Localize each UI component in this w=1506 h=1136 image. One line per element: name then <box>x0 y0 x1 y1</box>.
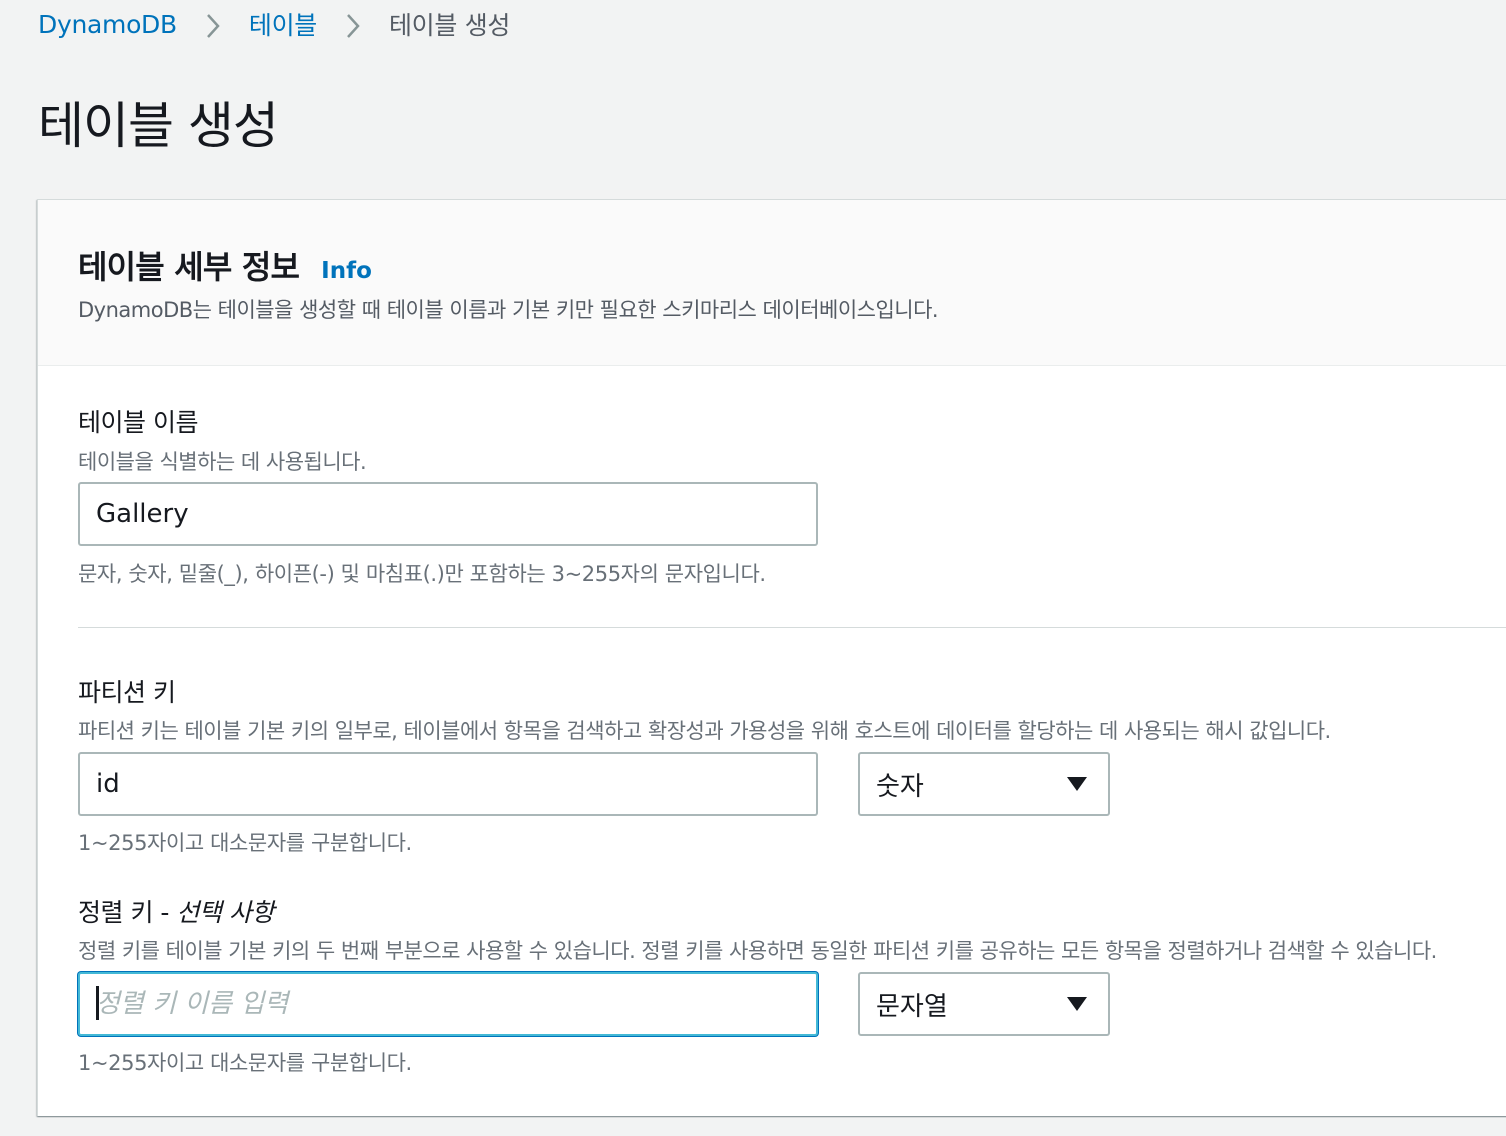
chevron-right-icon <box>317 10 389 39</box>
info-link[interactable]: Info <box>321 258 372 284</box>
partition-key-constraint: 1~255자이고 대소문자를 구분합니다. <box>78 831 412 855</box>
sort-key-constraint: 1~255자이고 대소문자를 구분합니다. <box>78 1051 412 1075</box>
page-title: 테이블 생성 <box>38 97 279 155</box>
sort-key-optional-text: 선택 사항 <box>176 898 274 927</box>
panel-header: 테이블 세부 정보 Info DynamoDB는 테이블을 생성할 때 테이블 … <box>38 200 1506 366</box>
text-cursor <box>96 986 99 1020</box>
panel-title: 테이블 세부 정보 Info <box>78 242 372 288</box>
table-name-constraint: 문자, 숫자, 밑줄(_), 하이픈(-) 및 마침표(.)만 포함하는 3~2… <box>78 562 766 586</box>
caret-down-icon <box>1066 989 1088 1019</box>
sort-key-type-select[interactable]: 문자열 <box>858 972 1110 1036</box>
partition-key-description: 파티션 키는 테이블 기본 키의 일부로, 테이블에서 항목을 검색하고 확장성… <box>78 719 1331 743</box>
sort-key-input[interactable] <box>78 972 818 1036</box>
sort-key-type-value: 문자열 <box>876 991 948 1022</box>
partition-key-type-select[interactable]: 숫자 <box>858 752 1110 816</box>
breadcrumb: DynamoDB 테이블 테이블 생성 <box>38 6 510 42</box>
divider <box>78 627 1506 628</box>
sort-key-input-wrapper <box>78 972 820 1038</box>
sort-key-label: 정렬 키 - 선택 사항 <box>78 893 274 929</box>
panel-description: DynamoDB는 테이블을 생성할 때 테이블 이름과 기본 키만 필요한 스… <box>78 298 939 322</box>
breadcrumb-tables[interactable]: 테이블 <box>249 6 317 42</box>
breadcrumb-create-table: 테이블 생성 <box>388 11 511 40</box>
sort-key-description: 정렬 키를 테이블 기본 키의 두 번째 부분으로 사용할 수 있습니다. 정렬… <box>78 939 1437 963</box>
table-name-label: 테이블 이름 <box>78 408 198 437</box>
sort-key-label-text: 정렬 키 - <box>78 898 177 927</box>
table-name-description: 테이블을 식별하는 데 사용됩니다. <box>78 450 367 474</box>
panel-title-text: 테이블 세부 정보 <box>78 248 300 286</box>
table-name-input[interactable] <box>78 482 818 546</box>
caret-down-icon <box>1066 769 1088 799</box>
chevron-right-icon <box>177 10 249 39</box>
table-details-panel: 테이블 세부 정보 Info DynamoDB는 테이블을 생성할 때 테이블 … <box>37 199 1506 1116</box>
partition-key-type-value: 숫자 <box>876 771 924 802</box>
partition-key-input[interactable] <box>78 752 818 816</box>
breadcrumb-dynamodb[interactable]: DynamoDB <box>38 10 177 39</box>
partition-key-label: 파티션 키 <box>78 678 176 707</box>
